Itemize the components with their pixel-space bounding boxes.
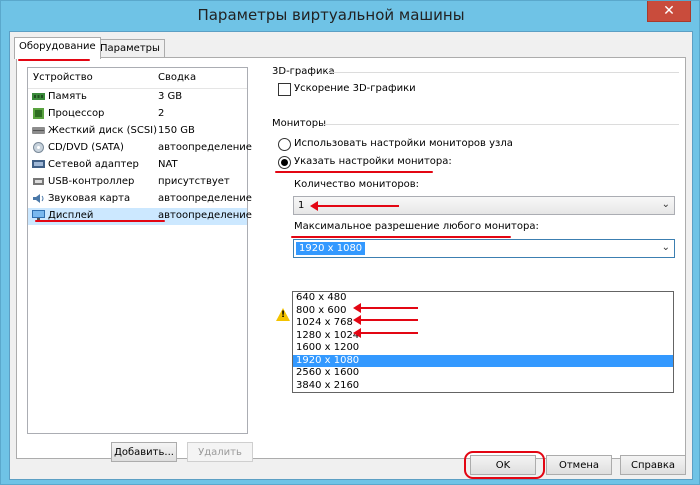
chevron-down-icon: ⌄ (661, 199, 670, 210)
warning-icon: ! (276, 308, 290, 321)
dialog-client: Оборудование Параметры Устройство Сводка… (9, 31, 693, 480)
annotation-underline (18, 59, 90, 61)
vm-settings-window: Параметры виртуальной машины ✕ Оборудова… (0, 0, 700, 485)
remove-device-button[interactable]: Удалить (187, 442, 253, 462)
column-summary[interactable]: Сводка (158, 72, 196, 83)
device-row-hard-disk[interactable]: Жесткий диск (SCSI) 150 GB (28, 123, 247, 140)
specify-monitor-label[interactable]: Указать настройки монитора: (294, 156, 452, 167)
device-row-network[interactable]: Сетевой адаптер NAT (28, 157, 247, 174)
cd-dvd-icon (33, 142, 44, 153)
max-resolution-label: Максимальное разрешение любого монитора: (294, 221, 539, 232)
usb-icon (33, 178, 44, 185)
group-3d-graphics: 3D-графика (272, 66, 335, 77)
speaker-icon (33, 194, 44, 203)
resolution-option[interactable]: 800 x 600 (293, 305, 673, 318)
hard-disk-icon (32, 127, 45, 134)
device-row-cpu[interactable]: Процессор 2 (28, 106, 247, 123)
help-button[interactable]: Справка (620, 455, 686, 475)
annotation-arrow (353, 328, 418, 338)
title-bar[interactable]: Параметры виртуальной машины ✕ (1, 1, 699, 31)
device-list[interactable]: Устройство Сводка Память 3 GB Процессор … (27, 67, 252, 434)
specify-monitor-radio[interactable] (278, 156, 291, 169)
resolution-option-selected[interactable]: 1920 x 1080 (293, 354, 673, 367)
close-icon: ✕ (663, 3, 675, 19)
resolution-option[interactable]: 1024 x 768 (293, 317, 673, 330)
use-host-monitors-label[interactable]: Использовать настройки мониторов узла (294, 138, 513, 149)
resolution-option[interactable]: 2560 x 1600 (293, 367, 673, 380)
device-row-display[interactable]: Дисплей автоопределение (28, 208, 252, 225)
monitor-count-label: Количество мониторов: (294, 179, 420, 190)
resolution-option[interactable]: 3840 x 2160 (293, 380, 673, 393)
annotation-underline (275, 171, 433, 173)
resolution-option[interactable]: 1600 x 1200 (293, 342, 673, 355)
device-row-memory[interactable]: Память 3 GB (28, 89, 247, 106)
resolution-dropdown-list[interactable]: 640 x 480 800 x 600 1024 x 768 1280 x 10… (292, 291, 674, 393)
memory-icon (32, 93, 45, 100)
list-header: Устройство Сводка (28, 68, 247, 89)
close-button[interactable]: ✕ (647, 1, 691, 22)
annotation-arrow (310, 201, 399, 211)
annotation-arrow (353, 315, 418, 325)
column-device[interactable]: Устройство (33, 72, 93, 83)
tab-hardware[interactable]: Оборудование (14, 37, 101, 59)
chevron-down-icon: ⌄ (661, 242, 670, 253)
max-resolution-select[interactable]: 1920 x 1080 ⌄ (293, 239, 675, 258)
device-row-sound[interactable]: Звуковая карта автоопределение (28, 191, 252, 208)
cancel-button[interactable]: Отмена (546, 455, 612, 475)
hardware-panel: Устройство Сводка Память 3 GB Процессор … (16, 57, 686, 462)
network-icon (32, 160, 45, 168)
group-divider (327, 72, 679, 73)
annotation-underline (35, 220, 165, 222)
accel-3d-checkbox[interactable] (278, 83, 291, 96)
cpu-icon (33, 108, 44, 119)
group-monitors: Мониторы (272, 118, 326, 129)
device-row-cd-dvd[interactable]: CD/DVD (SATA) автоопределение (28, 140, 252, 157)
window-title: Параметры виртуальной машины (197, 6, 465, 24)
group-divider (323, 124, 679, 125)
resolution-option[interactable]: 1280 x 1024 (293, 330, 673, 343)
resolution-option[interactable]: 640 x 480 (293, 292, 673, 305)
accel-3d-label[interactable]: Ускорение 3D-графики (294, 83, 416, 94)
device-row-usb[interactable]: USB-контроллер присутствует (28, 174, 247, 191)
annotation-arrow (353, 303, 418, 313)
add-device-button[interactable]: Добавить... (111, 442, 177, 462)
use-host-monitors-radio[interactable] (278, 138, 291, 151)
ok-button[interactable]: OK (470, 455, 536, 475)
annotation-underline (291, 236, 511, 238)
tab-options[interactable]: Параметры (95, 39, 165, 58)
